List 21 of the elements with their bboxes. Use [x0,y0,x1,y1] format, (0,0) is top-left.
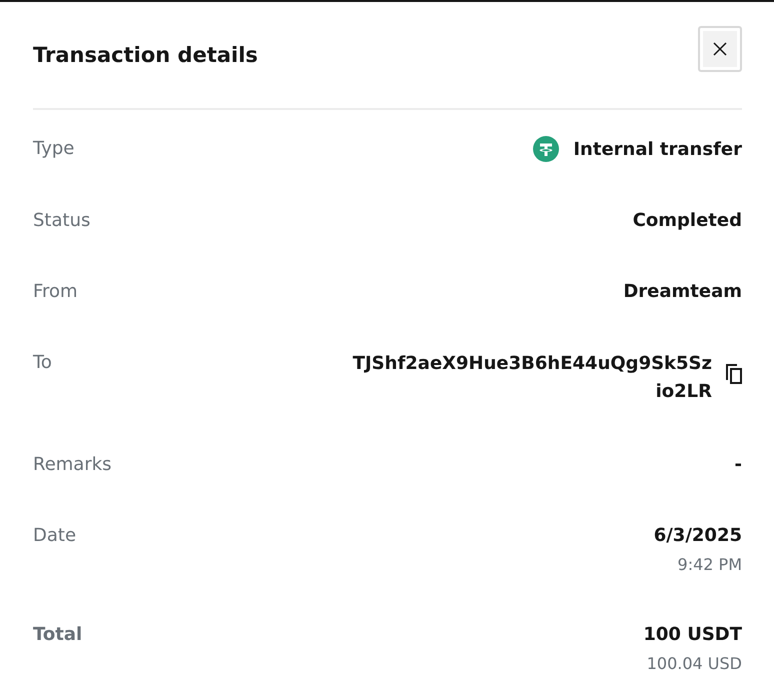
field-label: To [33,351,52,375]
field-label: Status [33,209,90,233]
field-subvalue: 9:42 PM [678,554,742,576]
field-label: Remarks [33,453,112,477]
close-icon [713,42,727,56]
field-value: Dreamteam [623,280,742,304]
field-label: Date [33,524,76,548]
copy-icon[interactable] [726,364,742,384]
tether-coin-icon [533,136,560,162]
field-label: From [33,280,78,304]
dialog-title: Transaction details [33,43,258,67]
field-label: Type [33,137,74,161]
field-value: Completed [632,209,742,233]
field-value: 100 USDT [643,623,742,647]
field-subvalue: 100.04 USD [646,653,742,675]
close-button[interactable] [698,26,742,72]
field-value: Internal transfer [573,138,742,162]
field-label: Total [33,623,82,647]
field-value: - [734,453,742,477]
field-value: 6/3/2025 [654,524,742,548]
wallet-address: TJShf2aeX9Hue3B6hE44uQg9Sk5Szio2LR [352,352,712,404]
